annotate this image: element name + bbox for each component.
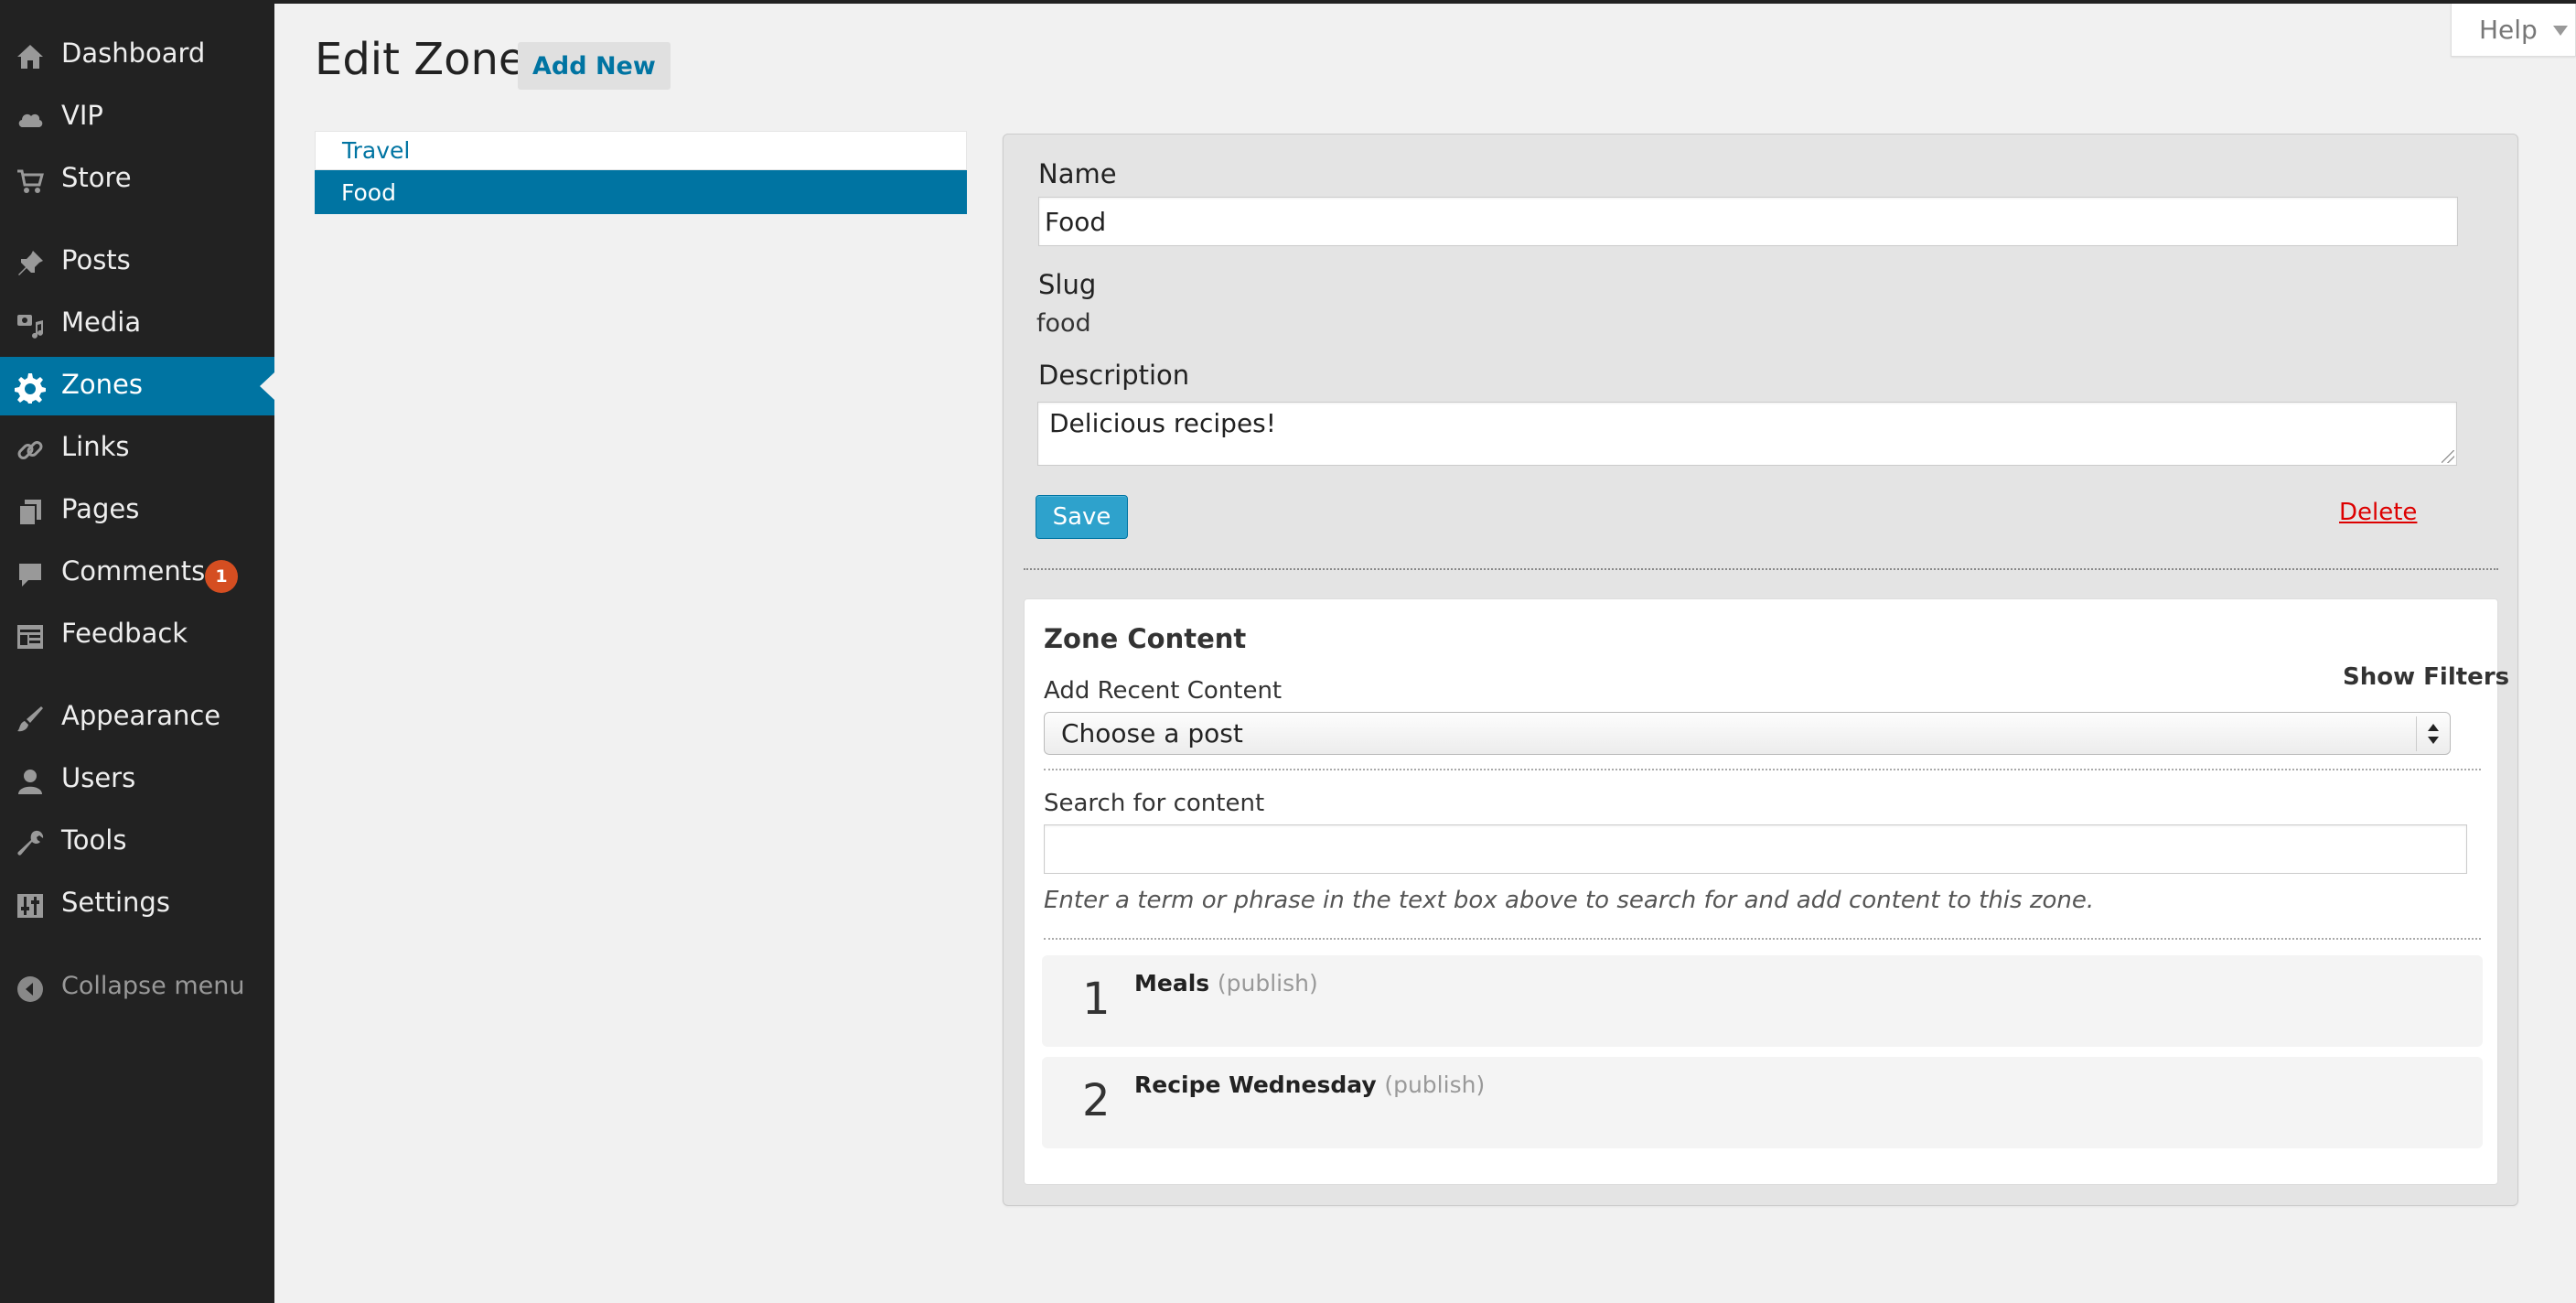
current-menu-arrow: [260, 372, 274, 400]
speech-bubble-icon: [15, 559, 46, 590]
sidebar-item-comments[interactable]: Comments 1: [0, 544, 274, 602]
page-title: Edit Zone: [315, 34, 526, 85]
collapse-arrow-icon: [15, 974, 46, 1005]
sidebar-item-settings[interactable]: Settings: [0, 875, 274, 933]
sidebar-item-vip[interactable]: VIP: [0, 88, 274, 146]
resize-grip-icon[interactable]: [2442, 450, 2454, 463]
row-title: Recipe Wednesday (publish): [1134, 1071, 1485, 1098]
search-content-input[interactable]: [1044, 824, 2467, 874]
sidebar-item-media[interactable]: Media: [0, 295, 274, 353]
show-filters-link[interactable]: Show Filters: [2343, 663, 2509, 691]
sidebar-item-tools[interactable]: Tools: [0, 813, 274, 871]
row-title-text: Meals: [1134, 970, 1210, 996]
description-field[interactable]: Delicious recipes!: [1037, 402, 2457, 466]
zone-content-heading: Zone Content: [1044, 623, 1247, 654]
comments-count-badge: 1: [205, 560, 238, 593]
camera-music-icon: [15, 310, 46, 341]
select-value: Choose a post: [1061, 718, 1243, 748]
pushpin-icon: [15, 248, 46, 279]
user-icon: [15, 766, 46, 797]
collapse-menu-button[interactable]: Collapse menu: [0, 958, 274, 1017]
add-recent-content-label: Add Recent Content: [1044, 677, 1283, 705]
sidebar-item-label: VIP: [61, 100, 103, 131]
sidebar-item-links[interactable]: Links: [0, 419, 274, 478]
divider: [1024, 568, 2498, 570]
pages-icon: [15, 497, 46, 528]
row-position: 1: [1082, 974, 1111, 1025]
zone-content-row[interactable]: 1 Meals (publish): [1042, 955, 2483, 1047]
cart-icon: [15, 166, 46, 197]
sidebar-item-label: Users: [61, 762, 136, 793]
top-bar: [0, 0, 2576, 4]
sidebar-item-feedback[interactable]: Feedback: [0, 606, 274, 664]
zone-edit-panel: Name Slug food Description Delicious rec…: [1003, 134, 2518, 1206]
sidebar-item-label: Comments: [61, 555, 206, 587]
slug-value: food: [1036, 309, 1091, 338]
select-separator: [2416, 716, 2417, 751]
sidebar-item-label: Store: [61, 162, 132, 193]
sidebar-item-label: Posts: [61, 244, 131, 275]
collapse-menu-label: Collapse menu: [61, 972, 245, 1000]
zone-item-food[interactable]: Food: [315, 170, 967, 214]
link-icon: [15, 435, 46, 466]
sidebar-item-label: Media: [61, 307, 142, 338]
slug-label: Slug: [1038, 269, 1097, 300]
paintbrush-icon: [15, 704, 46, 735]
sidebar-item-label: Dashboard: [61, 38, 206, 69]
sidebar-item-store[interactable]: Store: [0, 150, 274, 209]
help-tab[interactable]: Help: [2451, 4, 2576, 57]
row-title-text: Recipe Wednesday: [1134, 1071, 1377, 1098]
sidebar-item-label: Appearance: [61, 700, 221, 731]
sidebar-item-pages[interactable]: Pages: [0, 481, 274, 540]
name-field[interactable]: [1038, 197, 2458, 246]
zone-content-row[interactable]: 2 Recipe Wednesday (publish): [1042, 1057, 2483, 1148]
home-icon: [15, 41, 46, 72]
divider: [1044, 938, 2481, 940]
zone-item-travel[interactable]: Travel: [315, 131, 967, 170]
choose-post-select[interactable]: Choose a post: [1044, 712, 2451, 755]
feedback-icon: [15, 621, 46, 652]
cloud-icon: [15, 103, 46, 135]
row-position: 2: [1082, 1075, 1111, 1126]
sidebar-item-dashboard[interactable]: Dashboard: [0, 26, 274, 84]
divider: [1044, 769, 2481, 770]
sidebar-item-label: Links: [61, 431, 130, 462]
sidebar-item-zones[interactable]: Zones: [0, 357, 274, 415]
sliders-icon: [15, 890, 46, 921]
search-content-label: Search for content: [1044, 790, 1265, 817]
row-status: (publish): [1217, 970, 1318, 996]
sidebar-item-label: Zones: [61, 369, 143, 400]
sidebar-item-posts[interactable]: Posts: [0, 232, 274, 291]
sidebar-item-label: Feedback: [61, 618, 188, 649]
sidebar-item-appearance[interactable]: Appearance: [0, 688, 274, 747]
save-button[interactable]: Save: [1036, 495, 1128, 539]
delete-link[interactable]: Delete: [2339, 499, 2417, 526]
name-label: Name: [1038, 158, 1117, 189]
zone-content-box: Zone Content Show Filters Add Recent Con…: [1024, 598, 2509, 1185]
wrench-icon: [15, 828, 46, 859]
select-arrows-icon: [2426, 720, 2441, 748]
add-new-button[interactable]: Add New: [518, 42, 671, 90]
sidebar-item-users[interactable]: Users: [0, 750, 274, 809]
help-label: Help: [2479, 15, 2538, 45]
sidebar-item-label: Tools: [61, 824, 127, 856]
row-status: (publish): [1384, 1071, 1486, 1098]
admin-sidebar: Dashboard VIP Store Posts Media Zones Li…: [0, 4, 274, 1303]
gear-icon: [15, 372, 46, 404]
sidebar-item-label: Pages: [61, 493, 140, 524]
search-help-text: Enter a term or phrase in the text box a…: [1044, 887, 2095, 914]
sidebar-item-label: Settings: [61, 887, 170, 918]
row-title: Meals (publish): [1134, 970, 1318, 996]
description-label: Description: [1038, 360, 1190, 391]
caret-down-icon: [2553, 26, 2568, 36]
